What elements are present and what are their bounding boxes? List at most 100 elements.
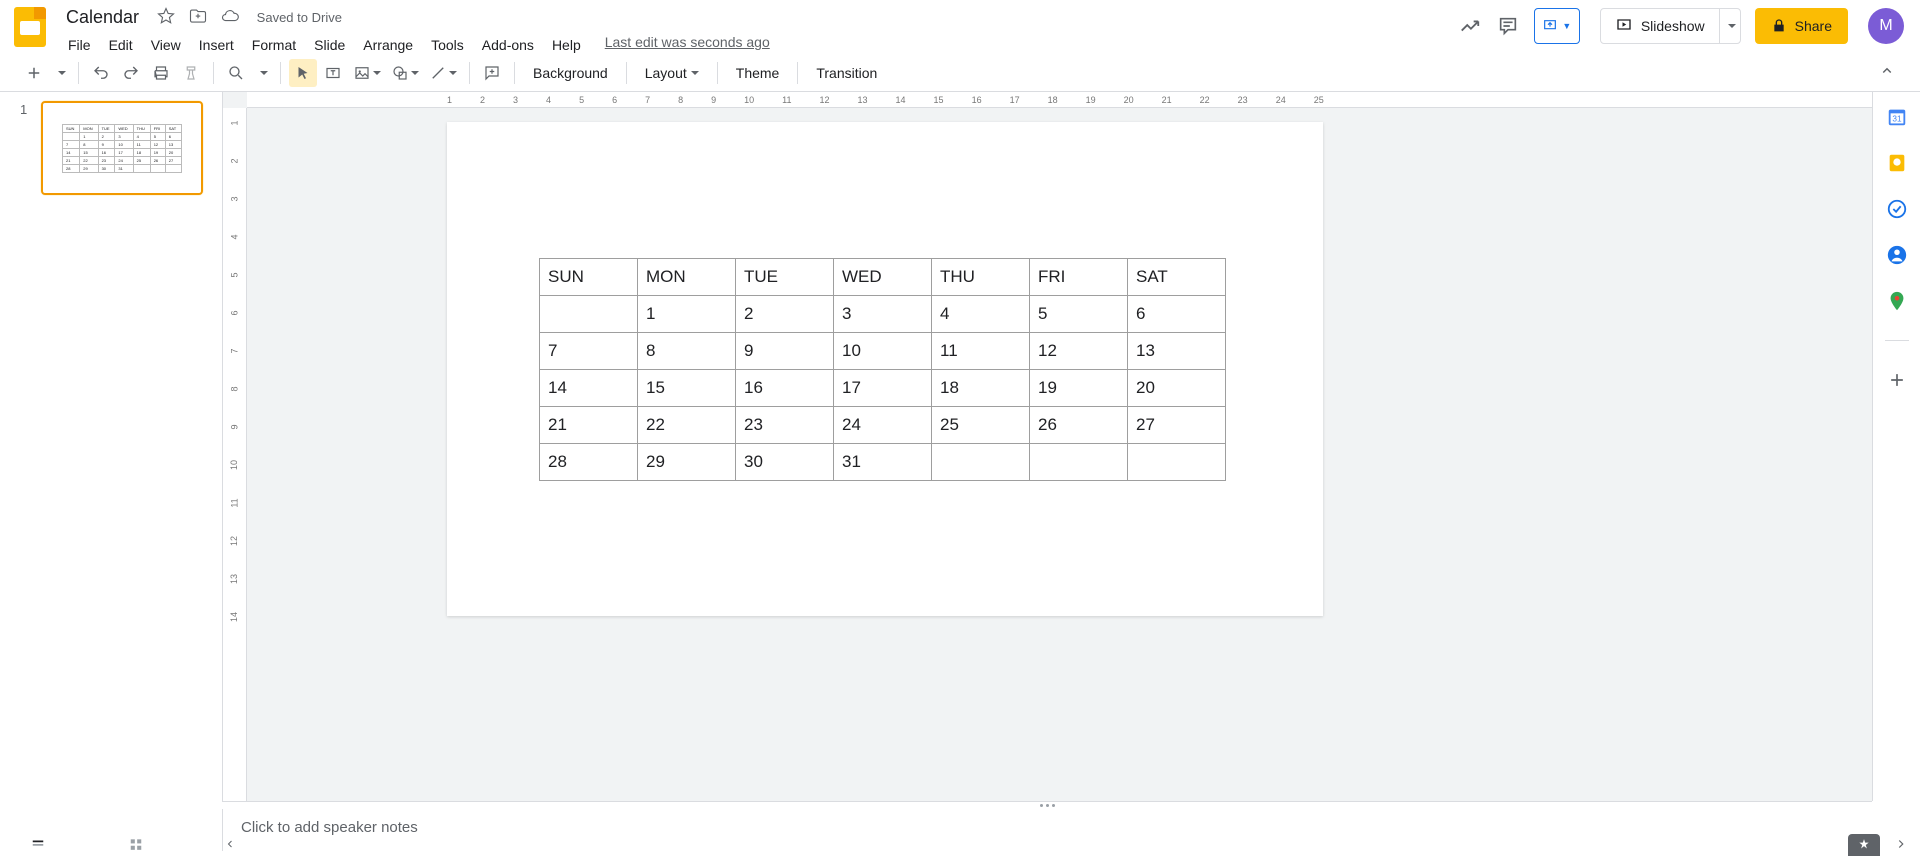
calendar-cell[interactable]: 23 — [98, 156, 115, 164]
account-avatar[interactable]: M — [1868, 8, 1904, 44]
calendar-cell[interactable]: 4 — [133, 132, 150, 140]
calendar-cell[interactable]: 17 — [115, 148, 133, 156]
menu-arrange[interactable]: Arrange — [355, 34, 421, 56]
calendar-cell[interactable]: 28 — [540, 444, 638, 481]
slide-thumbnail-1[interactable]: SUNMONTUEWEDTHUFRISAT1234567891011121314… — [41, 101, 203, 195]
calendar-header-cell[interactable]: TUE — [98, 124, 115, 132]
calendar-cell[interactable]: 1 — [80, 132, 98, 140]
calendar-header-cell[interactable]: WED — [834, 259, 932, 296]
calendar-cell[interactable]: 27 — [1128, 407, 1226, 444]
calendar-cell[interactable]: 19 — [1030, 370, 1128, 407]
calendar-cell[interactable]: 12 — [1030, 333, 1128, 370]
share-button[interactable]: Share — [1755, 8, 1848, 44]
print-button[interactable] — [147, 59, 175, 87]
calendar-header-cell[interactable]: SAT — [1128, 259, 1226, 296]
calendar-cell[interactable]: 5 — [1030, 296, 1128, 333]
calendar-cell[interactable]: 24 — [834, 407, 932, 444]
save-status[interactable]: Saved to Drive — [257, 10, 342, 25]
calendar-cell[interactable]: 30 — [98, 164, 115, 172]
calendar-cell[interactable]: 28 — [63, 164, 80, 172]
filmstrip[interactable]: 1 SUNMONTUEWEDTHUFRISAT12345678910111213… — [0, 92, 222, 801]
cloud-icon[interactable] — [221, 7, 239, 28]
menu-tools[interactable]: Tools — [423, 34, 472, 56]
calendar-cell[interactable]: 11 — [932, 333, 1030, 370]
calendar-cell[interactable]: 13 — [165, 140, 181, 148]
zoom-button[interactable] — [222, 59, 250, 87]
calendar-cell[interactable]: 14 — [63, 148, 80, 156]
calendar-header-cell[interactable]: THU — [932, 259, 1030, 296]
image-tool[interactable] — [349, 59, 385, 87]
calendar-cell[interactable] — [1128, 444, 1226, 481]
layout-button[interactable]: Layout — [635, 59, 709, 87]
move-icon[interactable] — [189, 7, 207, 28]
calendar-cell[interactable]: 17 — [834, 370, 932, 407]
calendar-cell[interactable]: 22 — [80, 156, 98, 164]
calendar-cell[interactable]: 20 — [1128, 370, 1226, 407]
transition-button[interactable]: Transition — [806, 59, 887, 87]
calendar-cell[interactable]: 31 — [115, 164, 133, 172]
undo-button[interactable] — [87, 59, 115, 87]
slide-canvas[interactable]: SUNMONTUEWEDTHUFRISAT1234567891011121314… — [447, 122, 1323, 616]
zoom-dropdown[interactable] — [252, 59, 272, 87]
calendar-cell[interactable]: 25 — [133, 156, 150, 164]
calendar-header-cell[interactable]: SUN — [63, 124, 80, 132]
tasks-sidebar-icon[interactable] — [1886, 198, 1908, 220]
calendar-cell[interactable]: 3 — [115, 132, 133, 140]
calendar-cell[interactable]: 8 — [80, 140, 98, 148]
calendar-cell[interactable]: 18 — [932, 370, 1030, 407]
contacts-sidebar-icon[interactable] — [1886, 244, 1908, 266]
collapse-toolbar-icon[interactable] — [1874, 58, 1900, 87]
menu-format[interactable]: Format — [244, 34, 304, 56]
calendar-cell[interactable]: 20 — [165, 148, 181, 156]
background-button[interactable]: Background — [523, 59, 618, 87]
calendar-cell[interactable]: 23 — [736, 407, 834, 444]
calendar-cell[interactable]: 9 — [736, 333, 834, 370]
calendar-cell[interactable]: 12 — [150, 140, 165, 148]
calendar-header-cell[interactable]: SUN — [540, 259, 638, 296]
calendar-cell[interactable]: 11 — [133, 140, 150, 148]
textbox-tool[interactable] — [319, 59, 347, 87]
present-upload-button[interactable]: ▼ — [1534, 8, 1580, 44]
select-tool[interactable] — [289, 59, 317, 87]
side-panel-toggle-icon[interactable] — [1894, 837, 1908, 854]
calendar-cell[interactable]: 31 — [834, 444, 932, 481]
calendar-cell[interactable]: 24 — [115, 156, 133, 164]
calendar-cell[interactable]: 18 — [133, 148, 150, 156]
new-slide-button[interactable] — [20, 59, 48, 87]
calendar-cell[interactable]: 29 — [80, 164, 98, 172]
calendar-table[interactable]: SUNMONTUEWEDTHUFRISAT1234567891011121314… — [539, 258, 1226, 481]
calendar-cell[interactable]: 2 — [736, 296, 834, 333]
document-title[interactable]: Calendar — [60, 5, 145, 30]
calendar-cell[interactable] — [540, 296, 638, 333]
calendar-cell[interactable]: 5 — [150, 132, 165, 140]
calendar-cell[interactable] — [165, 164, 181, 172]
calendar-cell[interactable]: 2 — [98, 132, 115, 140]
collapse-filmstrip-icon[interactable] — [224, 838, 236, 853]
calendar-cell[interactable]: 30 — [736, 444, 834, 481]
calendar-cell[interactable]: 15 — [80, 148, 98, 156]
paint-format-button[interactable] — [177, 59, 205, 87]
grid-view-icon[interactable] — [28, 837, 48, 854]
filmstrip-view-icon[interactable] — [128, 837, 144, 854]
add-sidebar-icon[interactable] — [1886, 369, 1908, 391]
menu-insert[interactable]: Insert — [191, 34, 242, 56]
star-icon[interactable] — [157, 7, 175, 28]
calendar-header-cell[interactable]: THU — [133, 124, 150, 132]
calendar-cell[interactable]: 15 — [638, 370, 736, 407]
calendar-cell[interactable] — [133, 164, 150, 172]
calendar-cell[interactable]: 29 — [638, 444, 736, 481]
menu-view[interactable]: View — [143, 34, 189, 56]
calendar-header-cell[interactable]: FRI — [1030, 259, 1128, 296]
calendar-cell[interactable]: 14 — [540, 370, 638, 407]
calendar-cell[interactable] — [932, 444, 1030, 481]
line-tool[interactable] — [425, 59, 461, 87]
last-edit-link[interactable]: Last edit was seconds ago — [605, 34, 770, 56]
explore-button[interactable] — [1848, 834, 1880, 856]
calendar-cell[interactable]: 8 — [638, 333, 736, 370]
calendar-cell[interactable]: 6 — [1128, 296, 1226, 333]
calendar-cell[interactable]: 25 — [932, 407, 1030, 444]
calendar-cell[interactable]: 27 — [165, 156, 181, 164]
calendar-cell[interactable]: 7 — [540, 333, 638, 370]
comment-tool[interactable] — [478, 59, 506, 87]
calendar-cell[interactable]: 19 — [150, 148, 165, 156]
